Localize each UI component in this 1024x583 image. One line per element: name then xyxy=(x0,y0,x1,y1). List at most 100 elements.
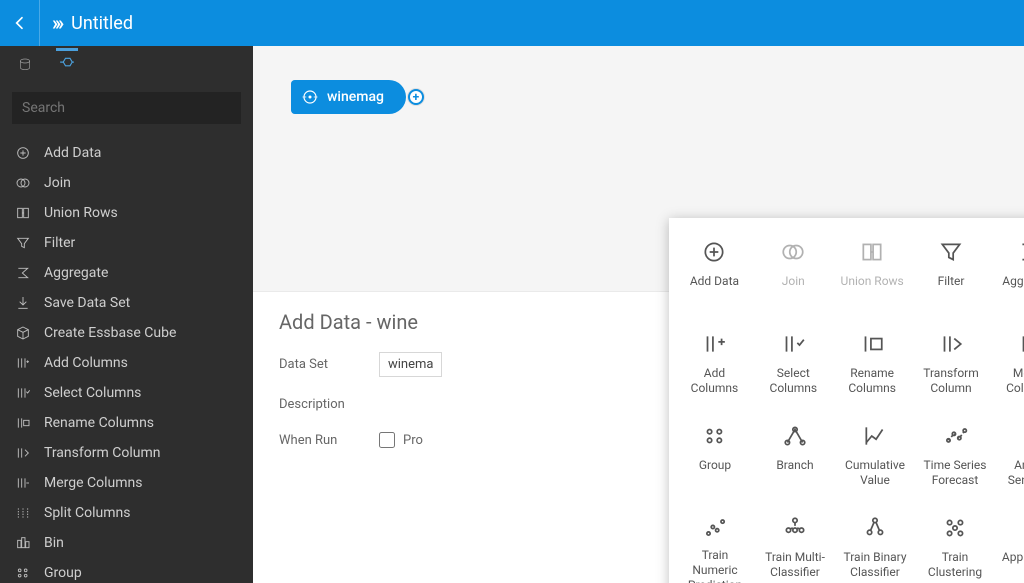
join-icon xyxy=(779,238,807,266)
join-icon xyxy=(14,174,32,192)
sidebar-item-label: Aggregate xyxy=(44,265,108,281)
step-label: Time Series Forecast xyxy=(917,458,993,488)
step-icon xyxy=(58,56,76,68)
sidebar-item-save-data-set[interactable]: Save Data Set xyxy=(0,288,253,318)
step-label: Train Multi-Classifier xyxy=(757,550,833,580)
breadcrumb[interactable]: ››› Untitled xyxy=(40,11,145,35)
transform-column-icon xyxy=(937,330,965,358)
transform-column-icon xyxy=(14,444,32,462)
step-aggregate[interactable]: Aggregate xyxy=(992,226,1024,314)
tab-steps[interactable] xyxy=(56,48,78,70)
sidebar-item-join[interactable]: Join xyxy=(0,168,253,198)
step-train-binary-classifier[interactable]: Train Binary Classifier xyxy=(837,502,913,583)
add-columns-icon xyxy=(700,330,728,358)
step-union-rows: Union Rows xyxy=(835,226,910,314)
back-button[interactable] xyxy=(0,0,40,46)
add-data-icon xyxy=(14,144,32,162)
sidebar-tabs xyxy=(0,46,253,84)
sidebar-item-merge-columns[interactable]: Merge Columns xyxy=(0,468,253,498)
step-label: Add Data xyxy=(688,274,741,289)
node-label: winemag xyxy=(327,89,384,105)
step-filter[interactable]: Filter xyxy=(914,226,989,314)
whenrun-checkbox[interactable] xyxy=(379,432,395,448)
sidebar-item-add-data[interactable]: Add Data xyxy=(0,138,253,168)
add-columns-icon xyxy=(14,354,32,372)
sidebar-item-filter[interactable]: Filter xyxy=(0,228,253,258)
step-label: Join xyxy=(780,274,807,289)
whenrun-field-label: When Run xyxy=(279,433,379,448)
step-branch[interactable]: Branch xyxy=(757,410,833,498)
app-header: ››› Untitled xyxy=(0,0,1024,46)
merge-columns-icon xyxy=(1016,330,1024,358)
sidebar-item-label: Select Columns xyxy=(44,385,141,401)
database-icon xyxy=(17,57,33,73)
step-apply-model[interactable]: Apply Model xyxy=(997,502,1024,583)
step-time-series-forecast[interactable]: Time Series Forecast xyxy=(917,410,993,498)
filter-icon xyxy=(14,234,32,252)
step-rename-columns[interactable]: Rename Columns xyxy=(835,318,910,406)
sidebar-item-label: Join xyxy=(44,175,71,191)
sidebar-item-label: Add Data xyxy=(44,145,101,161)
add-data-icon xyxy=(700,238,728,266)
step-add-data[interactable]: Add Data xyxy=(677,226,752,314)
union-rows-icon xyxy=(14,204,32,222)
step-merge-columns[interactable]: Merge Columns xyxy=(992,318,1024,406)
sidebar-item-label: Filter xyxy=(44,235,75,251)
step-add-columns[interactable]: Add Columns xyxy=(677,318,752,406)
step-join: Join xyxy=(756,226,831,314)
page-title: Untitled xyxy=(71,13,133,34)
target-icon xyxy=(301,88,319,106)
sidebar: Add Data Join Union Rows Filter Aggregate Sav… xyxy=(0,46,253,583)
step-train-numeric-prediction[interactable]: Train Numeric Prediction xyxy=(677,502,753,583)
step-cumulative-value[interactable]: Cumulative Value xyxy=(837,410,913,498)
step-label: Train Clustering xyxy=(917,550,993,580)
sidebar-item-label: Rename Columns xyxy=(44,415,154,431)
sidebar-item-create-essbase-cube[interactable]: Create Essbase Cube xyxy=(0,318,253,348)
dataset-field-value[interactable]: winema xyxy=(379,352,442,377)
sidebar-item-select-columns[interactable]: Select Columns xyxy=(0,378,253,408)
add-step-menu: Add DataJoinUnion RowsFilterAggregateSav… xyxy=(669,218,1024,583)
sidebar-item-label: Merge Columns xyxy=(44,475,142,491)
step-label: Filter xyxy=(936,274,967,289)
sidebar-item-group[interactable]: Group xyxy=(0,558,253,583)
chevrons-right-icon: ››› xyxy=(52,11,61,35)
step-label: Apply Model xyxy=(1000,550,1024,565)
sidebar-item-split-columns[interactable]: Split Columns xyxy=(0,498,253,528)
sidebar-item-aggregate[interactable]: Aggregate xyxy=(0,258,253,288)
flow-node-winemag[interactable]: winemag xyxy=(291,80,406,114)
step-train-multi-classifier[interactable]: Train Multi-Classifier xyxy=(757,502,833,583)
sidebar-item-rename-columns[interactable]: Rename Columns xyxy=(0,408,253,438)
union-rows-icon xyxy=(858,238,886,266)
create-essbase-cube-icon xyxy=(14,324,32,342)
group-icon xyxy=(701,422,729,450)
split-columns-icon xyxy=(14,504,32,522)
sidebar-item-bin[interactable]: Bin xyxy=(0,528,253,558)
cumulative-value-icon xyxy=(861,422,889,450)
sidebar-item-label: Bin xyxy=(44,535,64,551)
step-analyze-sentiment[interactable]: Analyze Sentiment xyxy=(997,410,1024,498)
step-label: Union Rows xyxy=(839,274,906,289)
train-multi-classifier-icon xyxy=(781,514,809,542)
filter-icon xyxy=(937,238,965,266)
tab-data[interactable] xyxy=(14,54,36,76)
step-group[interactable]: Group xyxy=(677,410,753,498)
step-train-clustering[interactable]: Train Clustering xyxy=(917,502,993,583)
sidebar-item-transform-column[interactable]: Transform Column xyxy=(0,438,253,468)
select-columns-icon xyxy=(14,384,32,402)
group-icon xyxy=(14,564,32,582)
step-label: Add Columns xyxy=(677,366,752,396)
search-input[interactable] xyxy=(12,92,241,124)
step-label: Aggregate xyxy=(1000,274,1024,289)
sidebar-item-label: Create Essbase Cube xyxy=(44,325,176,341)
step-select-columns[interactable]: Select Columns xyxy=(756,318,831,406)
sidebar-item-union-rows[interactable]: Union Rows xyxy=(0,198,253,228)
train-binary-classifier-icon xyxy=(861,514,889,542)
step-transform-column[interactable]: Transform Column xyxy=(914,318,989,406)
sidebar-item-label: Union Rows xyxy=(44,205,118,221)
add-step-button[interactable]: + xyxy=(408,89,424,105)
aggregate-icon xyxy=(1016,238,1024,266)
sidebar-item-add-columns[interactable]: Add Columns xyxy=(0,348,253,378)
canvas: winemag + Add Data - wine Data Set winem… xyxy=(253,46,1024,583)
step-label: Cumulative Value xyxy=(837,458,913,488)
step-label: Select Columns xyxy=(756,366,831,396)
